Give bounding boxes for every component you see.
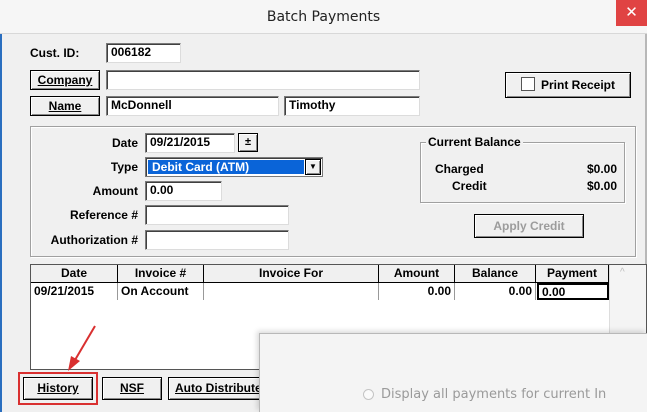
table-header-invoice-for[interactable]: Invoice For [204,265,379,283]
authorization-field[interactable] [145,230,289,250]
nsf-button-label: NSF [120,381,144,395]
amount-field[interactable]: 0.00 [145,181,222,201]
table-header-amount[interactable]: Amount [379,265,455,283]
company-button-label: Company [37,73,93,87]
calendar-dropdown-icon: ± [244,136,252,148]
table-header-balance[interactable]: Balance [455,265,536,283]
reference-label: Reference # [69,208,138,222]
display-all-payments-radio[interactable] [363,389,374,400]
charged-value: $0.00 [586,162,617,176]
display-all-payments-label: Display all payments for current In [381,387,607,402]
current-balance-title: Current Balance [426,135,523,149]
reference-field[interactable] [145,205,289,225]
print-receipt-toggle[interactable]: Print Receipt [505,72,631,98]
date-label: Date [111,136,138,150]
cell-invoice-number: On Account [118,283,204,300]
print-receipt-checkbox[interactable] [520,77,535,91]
table-header-date[interactable]: Date [31,265,118,283]
chevron-down-icon[interactable]: ▼ [305,159,321,175]
table-header-invoice-number[interactable]: Invoice # [118,265,204,283]
name-button-label: Name [48,99,82,113]
apply-credit-button[interactable]: Apply Credit [474,214,584,238]
close-button[interactable]: ✕ [616,0,647,26]
name-button[interactable]: Name [30,96,100,116]
authorization-label: Authorization # [50,233,138,247]
cust-id-label: Cust. ID: [30,46,80,60]
scroll-up-icon[interactable]: ^ [620,267,625,278]
cell-balance: 0.00 [455,283,536,300]
window-border-left [0,34,2,412]
window-title: Batch Payments [266,9,381,25]
payment-input[interactable]: 0.00 [537,283,609,300]
annotation-arrow-icon [68,325,96,371]
nsf-button[interactable]: NSF [102,377,162,400]
charged-label: Charged [435,162,484,176]
print-receipt-label: Print Receipt [540,78,615,92]
table-row[interactable]: 09/21/2015 On Account 0.00 0.00 0.00 [31,283,609,301]
credit-label: Credit [452,179,487,193]
auto-distribute-button-label: Auto Distribute [175,381,262,395]
table-header-payment[interactable]: Payment [536,265,609,283]
type-select[interactable]: Debit Card (ATM) ▼ [145,157,323,177]
company-field[interactable] [106,70,420,90]
type-selected-value: Debit Card (ATM) [148,160,304,174]
history-dialog: Display all payments for current In [259,333,647,412]
cell-amount: 0.00 [379,283,455,300]
first-name-field[interactable]: Timothy [284,96,420,116]
cell-date: 09/21/2015 [31,283,118,300]
cust-id-field[interactable]: 006182 [106,43,181,63]
amount-label: Amount [92,184,138,198]
last-name-field[interactable]: McDonnell [106,96,279,116]
company-button[interactable]: Company [30,70,100,90]
date-field[interactable]: 09/21/2015 [145,133,235,153]
date-picker-button[interactable]: ± [238,133,258,152]
cell-invoice-for [204,283,379,300]
highlight-box [18,372,98,405]
type-label: Type [110,160,138,174]
credit-value: $0.00 [586,179,617,193]
